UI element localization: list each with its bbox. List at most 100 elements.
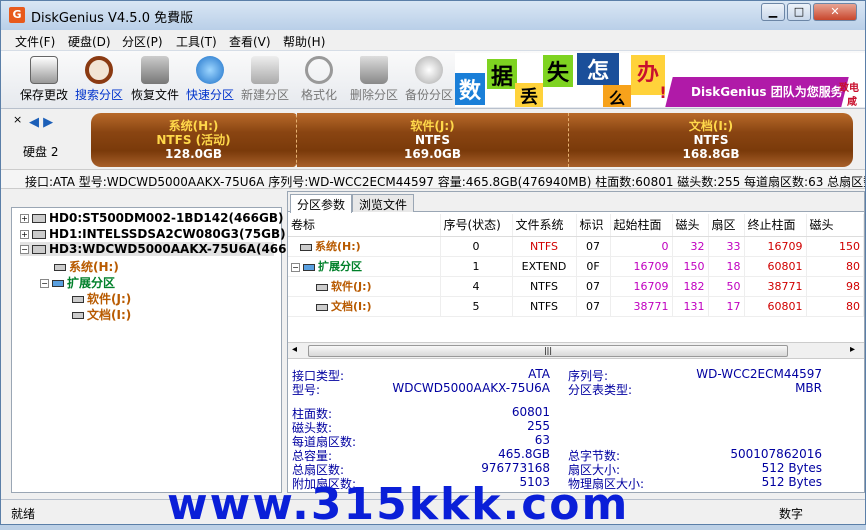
col-header[interactable]: 文件系统 — [512, 214, 577, 237]
delete-partition-label: 删除分区 — [349, 88, 398, 102]
new-partition-button[interactable]: 新建分区 — [239, 53, 291, 107]
maximize-button[interactable]: □ — [787, 3, 811, 21]
tree-part-system[interactable]: 系统(H:) — [54, 258, 119, 275]
cell-fs: NTFS — [512, 296, 577, 317]
cell-index: 4 — [440, 276, 513, 297]
prev-disk-icon[interactable]: ◀ — [29, 115, 39, 130]
partition-block-system[interactable]: 系统(H:) NTFS (活动) 128.0GB — [91, 113, 297, 167]
tree-part-label: 文档(I:) — [87, 308, 132, 322]
menu-file[interactable]: 文件(F) — [15, 33, 55, 50]
expand-icon[interactable]: + — [20, 214, 29, 223]
menu-view[interactable]: 查看(V) — [229, 33, 271, 50]
status-numlock: 数字 — [779, 507, 804, 521]
partition-block-name: 软件(J:) — [410, 119, 455, 133]
delete-partition-button[interactable]: 删除分区 — [348, 53, 400, 107]
collapse-tree-icon[interactable]: − — [40, 279, 49, 288]
col-header[interactable]: 卷标 — [288, 214, 441, 237]
col-header[interactable]: 扇区 — [708, 214, 745, 237]
banner-char-6: 么 — [603, 85, 631, 107]
tree-disk-hd1[interactable]: + HD1:INTELSSDSA2CW080G3(75GB) — [20, 227, 286, 241]
close-button[interactable]: ✕ — [813, 3, 857, 21]
tree-disk-label: HD1:INTELSSDSA2CW080G3(75GB) — [49, 227, 286, 241]
quick-partition-button[interactable]: 快速分区 — [184, 53, 236, 107]
menu-help[interactable]: 帮助(H) — [283, 33, 325, 50]
scroll-right-icon[interactable]: ▸ — [850, 344, 855, 355]
partition-block-size: 128.0GB — [165, 147, 222, 161]
delete-icon — [360, 56, 388, 84]
col-header[interactable]: 磁头 — [806, 214, 864, 237]
table-row[interactable]: 系统(H:) 0 NTFS 07 0 32 33 16709 150 — [288, 236, 864, 257]
save-changes-button[interactable]: 保存更改 — [19, 53, 69, 107]
table-row[interactable]: − 扩展分区 1 EXTEND 0F 16709 150 18 60801 80 — [288, 256, 864, 277]
col-header[interactable]: 序号(状态) — [440, 214, 513, 237]
cell-label: 扩展分区 — [318, 260, 362, 273]
banner-char-2: 据 — [487, 59, 517, 90]
menu-disk[interactable]: 硬盘(D) — [68, 33, 111, 50]
heads-value: 255 — [527, 419, 550, 433]
menu-partition[interactable]: 分区(P) — [122, 33, 163, 50]
menu-bar: 文件(F) 硬盘(D) 分区(P) 工具(T) 查看(V) 帮助(H) — [1, 30, 865, 51]
disk-nav[interactable]: ◀ ▶ — [29, 115, 53, 130]
partition-block-name: 系统(H:) — [168, 119, 219, 133]
cell-end-head: 80 — [806, 296, 864, 317]
col-header[interactable]: 标识 — [576, 214, 611, 237]
partition-icon — [316, 283, 328, 291]
banner-char-4: 失 — [543, 55, 573, 87]
tree-part-extended[interactable]: − 扩展分区 — [40, 274, 115, 291]
collapse-tree-icon[interactable]: − — [20, 245, 29, 254]
model-label: 型号: — [292, 383, 321, 397]
banner-char-5: 怎 — [577, 53, 619, 85]
col-header[interactable]: 终止柱面 — [744, 214, 807, 237]
tree-part-docs[interactable]: 文档(I:) — [72, 306, 131, 323]
cell-label: 系统(H:) — [315, 240, 361, 253]
partition-block-docs[interactable]: 文档(I:) NTFS 168.8GB — [569, 113, 853, 167]
format-button[interactable]: 格式化 — [298, 53, 340, 107]
partition-block-fs: NTFS — [693, 133, 729, 147]
partition-icon — [300, 243, 312, 251]
horizontal-scrollbar[interactable]: ◂ ||| ▸ — [288, 342, 864, 359]
search-partition-button[interactable]: 搜索分区 — [73, 53, 125, 107]
tree-disk-hd0[interactable]: + HD0:ST500DM002-1BD142(466GB) — [20, 211, 283, 225]
scroll-thumb[interactable]: ||| — [308, 345, 788, 357]
disk-label: 硬盘 2 — [23, 145, 59, 159]
collapse-icon[interactable]: × — [13, 113, 22, 126]
cell-start-sector: 18 — [708, 256, 745, 277]
tab-browse-files[interactable]: 浏览文件 — [352, 194, 415, 212]
table-row[interactable]: 文档(I:) 5 NTFS 07 38771 131 17 60801 80 — [288, 296, 864, 317]
promo-banner[interactable]: 数 据 丢 失 怎 么 办 ! DiskGenius 团队为您服务 致电 咸 — [455, 53, 865, 107]
next-disk-icon[interactable]: ▶ — [43, 115, 53, 130]
cell-start-sector: 33 — [708, 236, 745, 257]
collapse-tree-icon[interactable]: − — [291, 262, 300, 272]
tree-disk-label: HD3:WDCWD5000AAKX-75U6A(466GB) — [49, 242, 311, 256]
cell-index: 5 — [440, 296, 513, 317]
expand-icon[interactable]: + — [20, 230, 29, 239]
banner-side-1: 致电 — [839, 83, 859, 94]
partition-icon — [72, 296, 84, 303]
col-header[interactable]: 起始柱面 — [610, 214, 673, 237]
quick-partition-label: 快速分区 — [185, 88, 234, 102]
app-window: G DiskGenius V4.5.0 免費版 ▁ □ ✕ 文件(F) 硬盘(D… — [0, 0, 866, 530]
menu-tools[interactable]: 工具(T) — [176, 33, 217, 50]
partition-block-software[interactable]: 软件(J:) NTFS 169.0GB — [297, 113, 569, 167]
scroll-left-icon[interactable]: ◂ — [292, 344, 297, 355]
backup-icon — [415, 56, 443, 84]
cell-start-cyl: 16709 — [610, 276, 673, 297]
cell-label: 软件(J:) — [331, 280, 372, 293]
table-header-row: 卷标 序号(状态) 文件系统 标识 起始柱面 磁头 扇区 终止柱面 磁头 — [288, 214, 864, 237]
col-header[interactable]: 磁头 — [672, 214, 709, 237]
app-logo-icon: G — [9, 7, 25, 23]
tree-disk-hd3[interactable]: − HD3:WDCWD5000AAKX-75U6A(466GB) — [20, 242, 311, 256]
tab-partition-params[interactable]: 分区参数 — [290, 194, 353, 213]
tree-part-software[interactable]: 软件(J:) — [72, 290, 131, 307]
recover-files-button[interactable]: 恢复文件 — [129, 53, 181, 107]
backup-partition-button[interactable]: 备份分区 — [403, 53, 455, 107]
search-icon — [85, 56, 113, 84]
minimize-button[interactable]: ▁ — [761, 3, 785, 21]
cell-start-cyl: 38771 — [610, 296, 673, 317]
sect-value: 976773168 — [481, 461, 550, 475]
hdd-icon — [32, 245, 46, 254]
ssize-value: 512 Bytes — [761, 461, 822, 475]
partition-block-size: 169.0GB — [404, 147, 461, 161]
table-row[interactable]: 软件(J:) 4 NTFS 07 16709 182 50 38771 98 — [288, 276, 864, 297]
ptype-label: 分区表类型: — [568, 383, 633, 397]
